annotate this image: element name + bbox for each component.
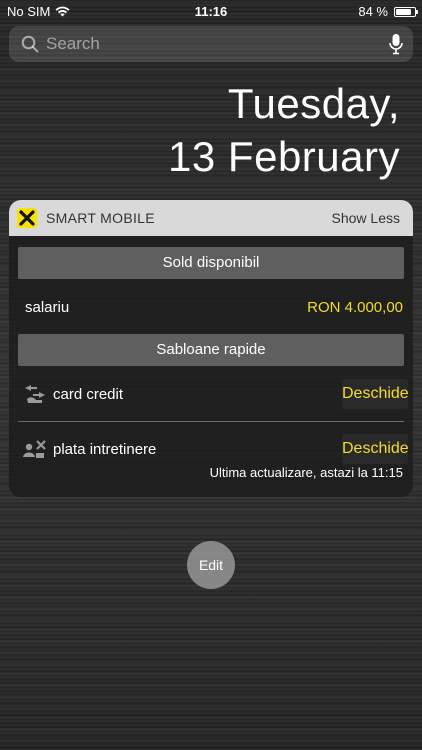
date-weekday: Tuesday, — [227, 80, 400, 127]
search-icon — [21, 35, 39, 53]
battery-icon — [394, 6, 418, 17]
search-input[interactable]: Search — [46, 34, 100, 54]
status-bar: No SIM 11:16 84 % — [0, 0, 422, 22]
divider — [18, 421, 404, 422]
open-template-button[interactable]: Deschide — [342, 434, 409, 464]
search-bar[interactable]: Search — [9, 26, 413, 62]
templates-header: Sabloane rapide — [18, 334, 404, 366]
account-amount: RON 4.000,00 — [307, 299, 403, 316]
raiffeisen-logo-icon — [17, 208, 37, 228]
smart-mobile-widget: SMART MOBILE Show Less Sold disponibil s… — [9, 200, 413, 497]
widget-title: SMART MOBILE — [46, 210, 155, 226]
date-day-month: 13 February — [168, 133, 400, 180]
template-name: plata intretinere — [53, 441, 157, 458]
battery-fill — [396, 8, 412, 15]
account-name: salariu — [25, 299, 70, 316]
transfer-icon — [25, 385, 45, 403]
open-template-button[interactable]: Deschide — [342, 379, 409, 409]
show-less-button[interactable]: Show Less — [332, 210, 400, 226]
microphone-icon[interactable] — [389, 33, 403, 55]
widget-header: SMART MOBILE Show Less — [9, 200, 413, 236]
template-name: card credit — [53, 386, 124, 403]
payment-icon — [23, 440, 46, 458]
balance-header: Sold disponibil — [18, 247, 404, 279]
edit-button[interactable]: Edit — [187, 541, 235, 589]
last-update-label: Ultima actualizare, astazi la 11:15 — [209, 465, 403, 480]
battery-percentage: 84 % — [358, 4, 388, 19]
